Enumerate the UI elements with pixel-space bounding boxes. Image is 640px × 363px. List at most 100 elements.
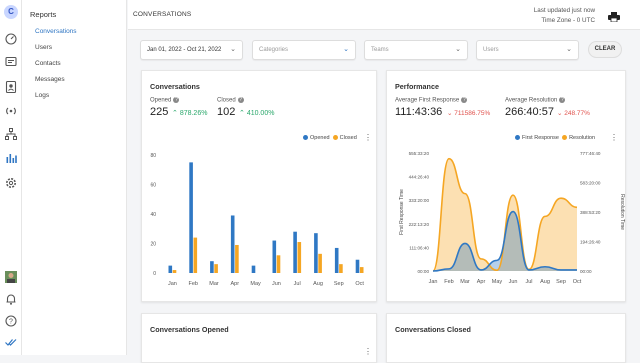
conversations-closed-card: Conversations Closed <box>386 313 626 363</box>
help-icon[interactable]: ? <box>461 97 468 103</box>
opened-change-text: 878.26% <box>179 110 208 117</box>
users-select[interactable]: Users ⌄ <box>476 40 579 60</box>
x-tick-label: Apr <box>231 281 240 287</box>
dashboard-icon[interactable] <box>4 31 18 45</box>
x-tick-label: Oct <box>355 281 364 287</box>
y-tick-label: 80 <box>150 153 156 159</box>
help-icon[interactable]: ? <box>4 314 18 328</box>
avg-first-response-value: 111:43:36 <box>395 106 443 118</box>
right-y-tick-label: 583:20:00 <box>580 181 601 186</box>
legend-swatch-closed <box>332 135 338 141</box>
bar-closed <box>297 242 302 273</box>
y-tick-label: 40 <box>150 212 156 218</box>
hierarchy-icon[interactable] <box>4 127 18 141</box>
legend-label-closed: Closed <box>339 135 357 141</box>
notification-bell-icon[interactable] <box>4 292 18 306</box>
page-title: CONVERSATIONS <box>133 11 192 18</box>
conversations-card: Conversations Opened? 225 ⌃ 878.26% Clos… <box>141 70 377 302</box>
left-y-tick-label: 333:20:00 <box>409 198 430 203</box>
categories-placeholder: Categories <box>259 47 289 53</box>
opened-change: ⌃ 878.26% <box>172 110 208 117</box>
bar-opened <box>251 265 256 273</box>
x-tick-label: Apr <box>477 279 486 285</box>
left-y-tick-label: 444:26:40 <box>409 175 430 180</box>
bar-opened <box>230 215 235 273</box>
categories-select[interactable]: Categories ⌄ <box>252 40 356 60</box>
sidebar-item-users[interactable]: Users <box>35 44 52 51</box>
x-tick-label: Mar <box>460 279 470 285</box>
broadcast-icon[interactable] <box>4 104 18 118</box>
more-options-icon[interactable]: ⋮ <box>610 133 618 142</box>
legend-swatch-resolution <box>562 135 568 141</box>
closed-change: ⌃ 410.00% <box>239 110 275 117</box>
reports-sidebar: Reports Conversations Users Contacts Mes… <box>22 0 127 355</box>
bar-opened <box>189 162 193 273</box>
conversations-bar-chart: 0 20 40 60 80 Jan Feb Mar Apr May Jun Jul Aug Sep Oct <box>150 153 364 287</box>
help-icon[interactable]: ? <box>237 97 244 103</box>
svg-text:?: ? <box>9 319 13 326</box>
bar-opened <box>314 233 318 273</box>
sidebar-item-conversations[interactable]: Conversations <box>35 28 77 35</box>
sidebar-item-contacts[interactable]: Contacts <box>35 60 61 67</box>
avg-resolution-value: 266:40:57 <box>505 106 554 118</box>
chevron-down-icon: ⌄ <box>343 46 349 53</box>
contacts-icon[interactable] <box>4 80 18 94</box>
bar-opened <box>334 247 339 273</box>
performance-area-chart: 00:00 111:06:40 222:13:20 333:20:00 444:26:4… <box>399 151 625 285</box>
account-logo[interactable]: C <box>4 5 18 19</box>
x-tick-label: Feb <box>444 279 453 285</box>
afr-change: ⌄ 711586.75% <box>447 110 491 117</box>
left-y-tick-label: 555:33:20 <box>409 151 430 156</box>
user-avatar-icon[interactable] <box>4 270 18 284</box>
avg-resolution-label: Average Resolution? <box>505 97 566 104</box>
chevron-down-icon: ⌄ <box>566 46 572 53</box>
bar-closed <box>339 264 343 273</box>
bar-closed <box>276 255 281 273</box>
x-tick-label: Jul <box>525 279 532 285</box>
x-tick-label: May <box>250 281 261 287</box>
more-options-icon[interactable]: ⋮ <box>364 133 372 142</box>
double-check-icon[interactable] <box>4 335 18 349</box>
bar-opened <box>168 265 173 273</box>
opened-value: 225 <box>150 106 169 118</box>
bar-closed <box>318 253 322 273</box>
clear-filters-button[interactable]: CLEAR <box>588 41 622 58</box>
chevron-down-icon: ⌄ <box>455 46 461 53</box>
avg-first-response-label: Average First Response? <box>395 97 468 104</box>
chevron-down-icon: ⌄ <box>230 46 236 53</box>
help-icon[interactable]: ? <box>173 97 180 103</box>
left-y-tick-label: 111:06:40 <box>409 245 429 250</box>
bar-closed <box>359 267 364 273</box>
card-title: Performance <box>395 82 439 91</box>
conversations-opened-card: Conversations Opened ⋮ <box>141 313 377 363</box>
settings-icon[interactable] <box>4 176 18 190</box>
opened-label: Opened? <box>150 97 180 104</box>
bar-closed <box>172 270 177 273</box>
afr-label-text: Average First Response <box>395 97 460 104</box>
sidebar-item-messages[interactable]: Messages <box>35 76 65 83</box>
teams-select[interactable]: Teams ⌄ <box>364 40 468 60</box>
timezone-text: Time Zone - 0 UTC <box>541 17 595 24</box>
closed-change-text: 410.00% <box>246 110 275 117</box>
right-y-tick-label: 777:46:40 <box>580 151 601 156</box>
chart-legend: Opened Closed <box>303 135 357 141</box>
right-axis-title: Resolution Time <box>619 194 625 230</box>
bar-opened <box>293 231 297 273</box>
reports-icon[interactable] <box>4 151 18 165</box>
right-y-tick-label: 00:00 <box>580 269 592 274</box>
closed-label-text: Closed <box>217 97 236 104</box>
help-icon[interactable]: ? <box>559 97 566 103</box>
sidebar-item-logs[interactable]: Logs <box>35 92 49 99</box>
date-range-select[interactable]: Jan 01, 2022 - Oct 21, 2022 ⌄ <box>140 40 243 60</box>
bar-opened <box>355 259 360 273</box>
print-icon[interactable] <box>608 9 620 23</box>
y-tick-label: 20 <box>150 242 156 248</box>
y-tick-label: 0 <box>153 271 156 277</box>
left-y-tick-label: 222:13:20 <box>409 222 430 227</box>
ar-change: ⌄ 248.77% <box>557 110 590 117</box>
bar-opened <box>210 261 214 273</box>
users-placeholder: Users <box>483 47 499 53</box>
afr-change-text: 711586.75% <box>454 110 491 117</box>
x-tick-label: Jun <box>272 281 281 287</box>
chat-icon[interactable] <box>4 55 18 69</box>
